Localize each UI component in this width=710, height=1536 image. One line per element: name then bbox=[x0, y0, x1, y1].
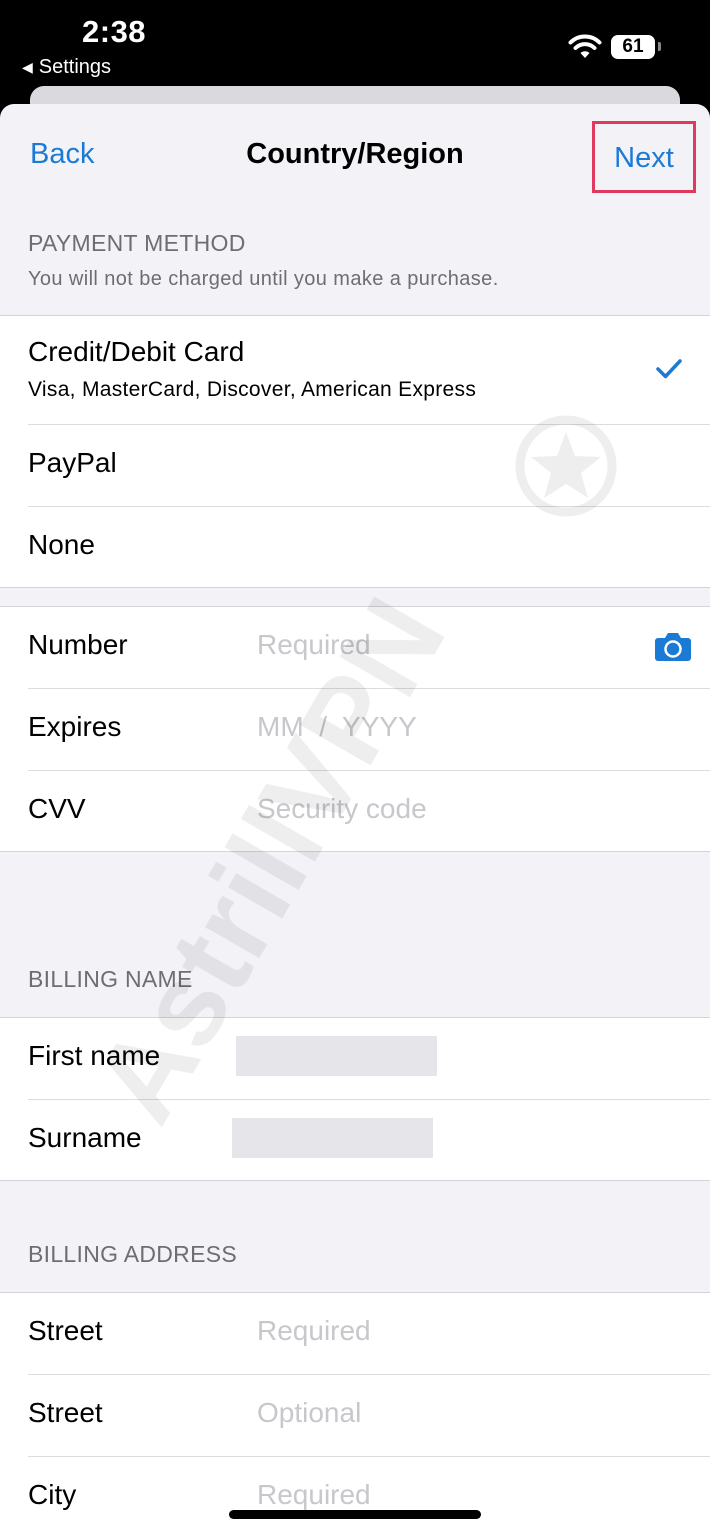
street1-row[interactable]: Street Required bbox=[0, 1293, 710, 1374]
payment-option-subtitle: Visa, MasterCard, Discover, American Exp… bbox=[28, 378, 477, 401]
card-number-label: Number bbox=[28, 629, 128, 660]
back-to-app-link[interactable]: ◀ Settings bbox=[22, 56, 111, 79]
first-name-row[interactable]: First name bbox=[0, 1018, 710, 1099]
billing-name-form: First name Surname bbox=[0, 1017, 710, 1181]
street2-label: Street bbox=[28, 1397, 103, 1428]
city-input[interactable]: Required bbox=[257, 1479, 371, 1511]
payment-method-list: Credit/Debit Card Visa, MasterCard, Disc… bbox=[0, 315, 710, 588]
first-name-input-redacted[interactable] bbox=[236, 1036, 437, 1076]
card-expires-row[interactable]: Expires MM / YYYY bbox=[0, 689, 710, 770]
city-row[interactable]: City Required bbox=[0, 1457, 710, 1536]
card-details-form: Number Required Expires MM / YYYY CVV Se… bbox=[0, 606, 710, 852]
street2-row[interactable]: Street Optional bbox=[0, 1375, 710, 1456]
payment-method-header: PAYMENT METHOD bbox=[28, 230, 246, 256]
wifi-icon bbox=[568, 34, 602, 58]
back-app-label: Settings bbox=[38, 56, 112, 78]
back-triangle-icon: ◀ bbox=[22, 59, 33, 75]
camera-icon[interactable] bbox=[654, 631, 692, 662]
battery-icon: 61 bbox=[611, 35, 655, 59]
card-number-input[interactable]: Required bbox=[257, 629, 371, 661]
surname-row[interactable]: Surname bbox=[0, 1100, 710, 1180]
home-indicator[interactable] bbox=[229, 1510, 481, 1519]
payment-option-paypal[interactable]: PayPal bbox=[0, 425, 710, 506]
street1-input[interactable]: Required bbox=[257, 1315, 371, 1347]
card-cvv-row[interactable]: CVV Security code bbox=[0, 771, 710, 851]
street1-label: Street bbox=[28, 1315, 103, 1346]
payment-method-subheader: You will not be charged until you make a… bbox=[28, 268, 499, 290]
next-button[interactable]: Next bbox=[592, 121, 696, 193]
surname-label: Surname bbox=[28, 1122, 142, 1153]
payment-option-label: PayPal bbox=[28, 447, 117, 478]
status-time: 2:38 bbox=[82, 14, 147, 49]
battery-nub bbox=[658, 42, 661, 51]
payment-sheet: Back Country/Region Next PAYMENT METHOD … bbox=[0, 104, 710, 1536]
street2-input[interactable]: Optional bbox=[257, 1397, 361, 1429]
payment-option-label: None bbox=[28, 529, 95, 560]
checkmark-icon bbox=[656, 359, 682, 379]
card-expires-label: Expires bbox=[28, 711, 122, 742]
payment-option-label: Credit/Debit Card bbox=[28, 336, 245, 367]
surname-input-redacted[interactable] bbox=[232, 1118, 433, 1158]
payment-option-card[interactable]: Credit/Debit Card Visa, MasterCard, Disc… bbox=[0, 316, 710, 424]
payment-option-none[interactable]: None bbox=[0, 507, 710, 587]
billing-address-form: Street Required Street Optional City Req… bbox=[0, 1292, 710, 1536]
card-number-row[interactable]: Number Required bbox=[0, 607, 710, 688]
billing-name-header: BILLING NAME bbox=[28, 966, 193, 992]
card-cvv-label: CVV bbox=[28, 793, 86, 824]
card-cvv-input[interactable]: Security code bbox=[257, 793, 427, 825]
first-name-label: First name bbox=[28, 1040, 161, 1071]
billing-address-header: BILLING ADDRESS bbox=[28, 1241, 238, 1267]
card-expires-input[interactable]: MM / YYYY bbox=[257, 711, 417, 743]
city-label: City bbox=[28, 1479, 77, 1510]
